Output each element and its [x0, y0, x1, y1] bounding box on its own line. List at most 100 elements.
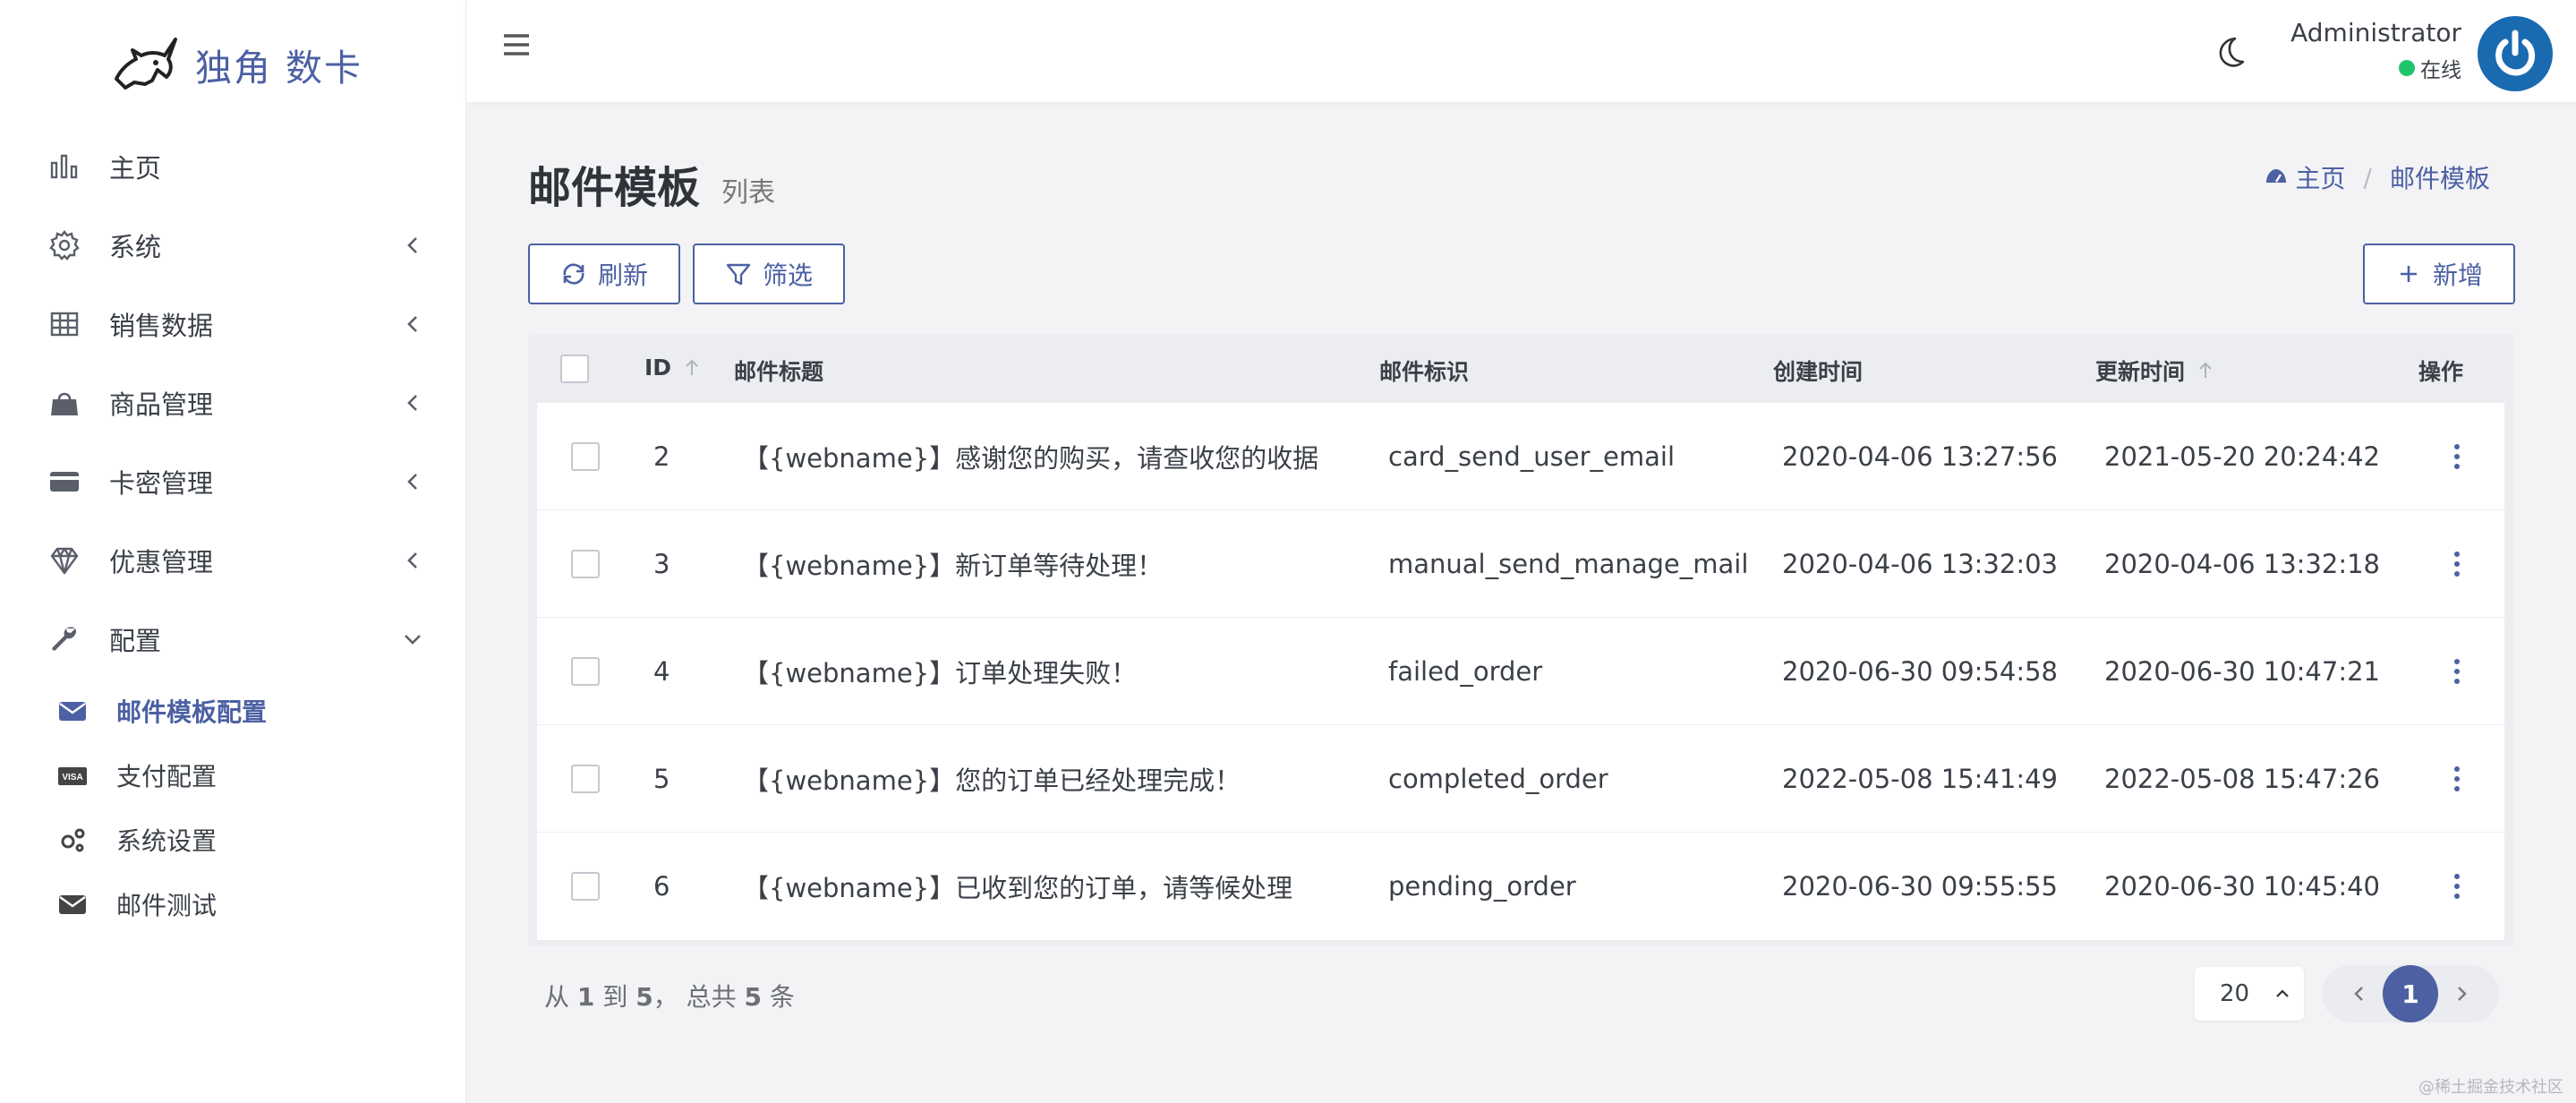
per-page-select[interactable]: 20 — [2195, 967, 2304, 1021]
cell-title: 【{webname}】已收到您的订单，请等候处理 — [743, 873, 1293, 903]
cell-updated: 2020-06-30 10:47:21 — [2104, 656, 2380, 687]
sort-arrow-icon[interactable] — [2196, 361, 2215, 380]
moon-icon[interactable] — [2212, 34, 2248, 70]
user-status-text: 在线 — [2420, 59, 2461, 82]
sidebar-item-products[interactable]: 商品管理 — [0, 363, 466, 442]
row-actions-cell — [2451, 618, 2463, 725]
table-row: 5 【{webname}】您的订单已经处理完成！ completed_order… — [537, 725, 2504, 833]
sidebar-item-system[interactable]: 系统 — [0, 206, 466, 285]
add-label: 新增 — [2432, 261, 2483, 290]
chevron-left-icon — [407, 316, 417, 332]
column-label: 创建时间 — [1773, 359, 1864, 385]
add-button[interactable]: 新增 — [2363, 244, 2515, 304]
sidebar-item-sales-data[interactable]: 销售数据 — [0, 285, 466, 363]
row-checkbox[interactable] — [571, 657, 600, 686]
count-total: 5 — [744, 982, 763, 1012]
submenu-item-mail-template[interactable]: 邮件模板配置 — [55, 679, 466, 743]
sidebar-item-label: 卡密管理 — [109, 468, 214, 499]
cell-created: 2022-05-08 15:41:49 — [1782, 764, 2058, 794]
cell-title: 【{webname}】订单处理失败！ — [743, 658, 1138, 688]
page-button-current[interactable]: 1 — [2383, 965, 2438, 1022]
table-row: 4 【{webname}】订单处理失败！ failed_order 2020-0… — [537, 618, 2504, 725]
column-header-token: 邮件标识 — [1379, 355, 1469, 387]
row-actions-cell — [2451, 833, 2463, 940]
row-checkbox-cell — [571, 510, 600, 618]
cell-token: card_send_user_email — [1388, 441, 1676, 472]
per-page-value: 20 — [2220, 980, 2250, 1007]
breadcrumb-current: 邮件模板 — [2389, 164, 2490, 193]
column-label: 邮件标识 — [1379, 359, 1470, 385]
sidebar-item-config[interactable]: 配置 — [0, 600, 466, 679]
more-vertical-icon[interactable] — [2451, 442, 2463, 471]
cell-token: completed_order — [1388, 764, 1608, 794]
row-checkbox[interactable] — [571, 872, 600, 901]
sidebar-item-label: 优惠管理 — [109, 547, 214, 577]
submenu-item-mail-test[interactable]: 邮件测试 — [55, 872, 466, 936]
sort-arrow-icon[interactable] — [682, 358, 702, 378]
unicorn-icon — [115, 38, 177, 90]
select-all-checkbox-cell — [560, 355, 589, 383]
chevron-left-icon — [407, 474, 417, 490]
chevron-left-icon[interactable] — [2345, 979, 2374, 1008]
sidebar-nav: 主页 系统 销售数据 商品管理 卡密管理 优惠管理 配置 邮件模板配置 VISA… — [0, 127, 466, 936]
select-all-checkbox[interactable] — [560, 355, 589, 383]
refresh-label: 刷新 — [597, 261, 648, 290]
row-checkbox-cell — [571, 725, 600, 833]
user-status: 在线 — [2290, 53, 2461, 83]
column-header-id[interactable]: ID — [644, 355, 702, 380]
top-bar: Administrator 在线 — [466, 0, 2576, 102]
credit-card-icon — [47, 464, 82, 500]
submenu-item-label: 支付配置 — [116, 762, 218, 791]
sidebar-item-label: 系统 — [109, 232, 162, 262]
cell-id: 3 — [653, 549, 670, 579]
cell-title: 【{webname}】感谢您的购买，请查收您的收据 — [743, 443, 1319, 474]
cell-title: 【{webname}】新订单等待处理！ — [743, 551, 1164, 581]
more-vertical-icon[interactable] — [2451, 765, 2463, 793]
more-vertical-icon[interactable] — [2451, 872, 2463, 901]
user-info[interactable]: Administrator 在线 — [2290, 18, 2461, 83]
sidebar-item-label: 销售数据 — [109, 311, 214, 341]
row-checkbox[interactable] — [571, 765, 600, 793]
table-header: ID 邮件标题 邮件标识 创建时间 更新时间 操作 — [528, 335, 2513, 403]
breadcrumb-home[interactable]: 主页 — [2296, 159, 2346, 195]
column-label: ID — [644, 355, 672, 380]
filter-icon — [726, 263, 751, 286]
row-checkbox[interactable] — [571, 442, 600, 471]
power-icon — [2486, 24, 2545, 83]
column-header-updated[interactable]: 更新时间 — [2095, 355, 2215, 387]
chevron-right-icon[interactable] — [2447, 979, 2476, 1008]
avatar[interactable] — [2478, 16, 2553, 91]
refresh-button[interactable]: 刷新 — [528, 244, 680, 304]
column-header-created: 创建时间 — [1773, 355, 1863, 387]
envelope-icon — [55, 694, 90, 728]
sidebar-item-home[interactable]: 主页 — [0, 127, 466, 206]
table-row: 2 【{webname}】感谢您的购买，请查收您的收据 card_send_us… — [537, 403, 2504, 510]
row-checkbox-cell — [571, 403, 600, 510]
filter-label: 筛选 — [762, 261, 813, 290]
count-text: ， 总共 — [653, 982, 737, 1012]
filter-button[interactable]: 筛选 — [693, 244, 845, 304]
column-header-title: 邮件标题 — [734, 355, 823, 387]
submenu-item-system-settings[interactable]: 系统设置 — [55, 808, 466, 872]
chevron-down-icon — [405, 635, 421, 645]
cell-updated: 2020-06-30 10:45:40 — [2104, 871, 2380, 902]
hamburger-icon[interactable] — [500, 29, 533, 61]
chevron-left-icon — [407, 237, 417, 253]
row-checkbox[interactable] — [571, 550, 600, 578]
more-vertical-icon[interactable] — [2451, 657, 2463, 686]
watermark: @稀土掘金技术社区 — [2418, 1078, 2563, 1097]
wrench-icon — [47, 621, 82, 657]
submenu-item-payment[interactable]: VISA 支付配置 — [55, 743, 466, 808]
table-icon — [47, 306, 82, 342]
diamond-icon — [47, 543, 82, 578]
more-vertical-icon[interactable] — [2451, 550, 2463, 578]
cell-id: 6 — [653, 871, 670, 902]
brand-logo[interactable]: 独角 数卡 — [109, 29, 363, 100]
envelope-icon — [55, 887, 90, 921]
cell-id: 4 — [653, 656, 670, 687]
sidebar-item-discounts[interactable]: 优惠管理 — [0, 521, 466, 600]
cell-created: 2020-06-30 09:55:55 — [1782, 871, 2058, 902]
table-body: 2 【{webname}】感谢您的购买，请查收您的收据 card_send_us… — [537, 403, 2504, 940]
sidebar-item-cards[interactable]: 卡密管理 — [0, 442, 466, 521]
column-header-actions: 操作 — [2418, 355, 2463, 387]
